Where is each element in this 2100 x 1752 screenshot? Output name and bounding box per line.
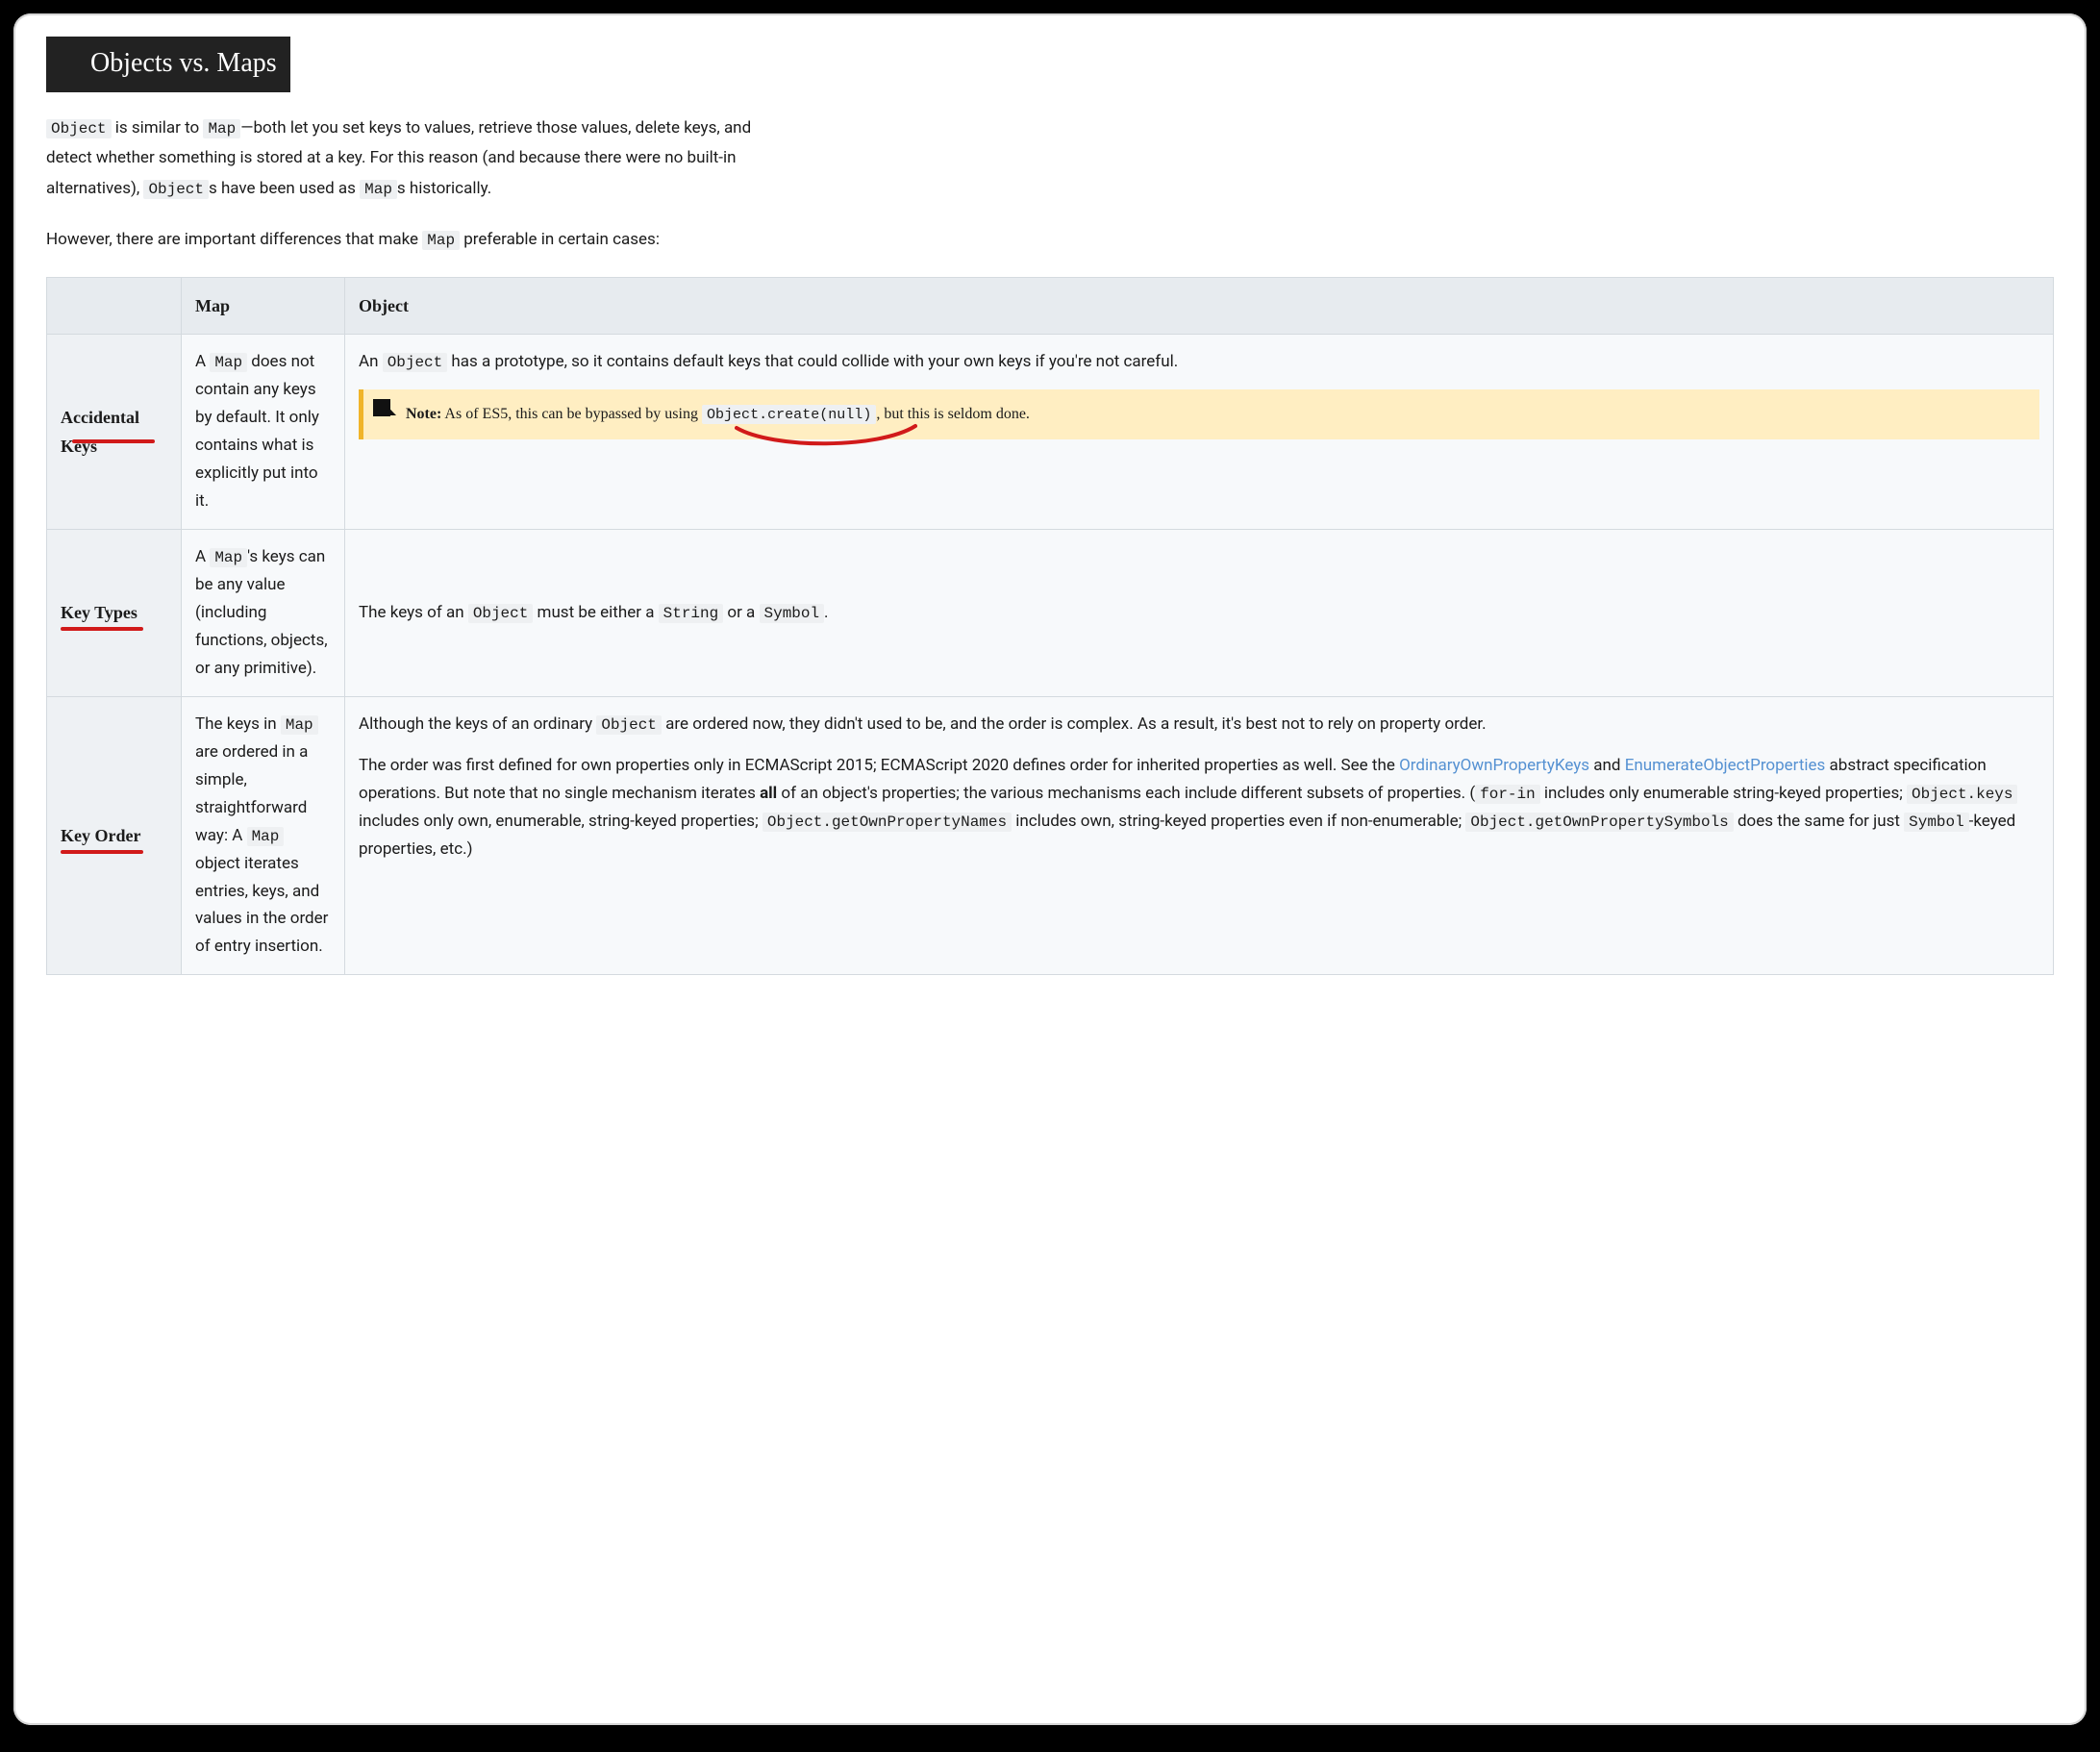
row-header-accidental-keys: Accidental Keys xyxy=(47,335,182,530)
section-heading: Objects vs. Maps xyxy=(46,37,290,92)
cell-object: Although the keys of an ordinary Object … xyxy=(345,696,2054,975)
table-row: Key Order The keys in Map are ordered in… xyxy=(47,696,2054,975)
code-map: Map xyxy=(422,231,460,250)
annotation-underline xyxy=(72,439,155,443)
link-enumerate-object-properties[interactable]: EnumerateObjectProperties xyxy=(1625,756,1826,775)
row-header-key-types: Key Types xyxy=(47,529,182,696)
cell-object: The keys of an Object must be either a S… xyxy=(345,529,2054,696)
comparison-table: Map Object Accidental Keys A Map does no… xyxy=(46,277,2054,976)
code-object-create-null: Object.create(null) xyxy=(702,405,876,424)
annotation-curve xyxy=(735,422,917,447)
document-page: Objects vs. Maps Object is similar to Ma… xyxy=(13,13,2087,1725)
th-blank xyxy=(47,277,182,335)
annotation-underline xyxy=(61,850,143,854)
table-row: Accidental Keys A Map does not contain a… xyxy=(47,335,2054,530)
note-callout: Note: As of ES5, this can be bypassed by… xyxy=(359,389,2039,439)
cell-map: The keys in Map are ordered in a simple,… xyxy=(182,696,345,975)
note-icon xyxy=(373,399,390,416)
code-map: Map xyxy=(203,119,240,138)
intro-paragraph-2: However, there are important differences… xyxy=(46,225,796,256)
code-object: Object xyxy=(46,119,112,138)
cell-object: An Object has a prototype, so it contain… xyxy=(345,335,2054,530)
intro-paragraph-1: Object is similar to Map—both let you se… xyxy=(46,113,796,205)
code-object: Object xyxy=(143,180,209,199)
th-object: Object xyxy=(345,277,2054,335)
code-map: Map xyxy=(360,180,397,199)
cell-map: A Map's keys can be any value (including… xyxy=(182,529,345,696)
annotation-underline xyxy=(61,627,143,631)
cell-map: A Map does not contain any keys by defau… xyxy=(182,335,345,530)
link-ordinary-own-property-keys[interactable]: OrdinaryOwnPropertyKeys xyxy=(1399,756,1589,775)
th-map: Map xyxy=(182,277,345,335)
table-row: Key Types A Map's keys can be any value … xyxy=(47,529,2054,696)
row-header-key-order: Key Order xyxy=(47,696,182,975)
